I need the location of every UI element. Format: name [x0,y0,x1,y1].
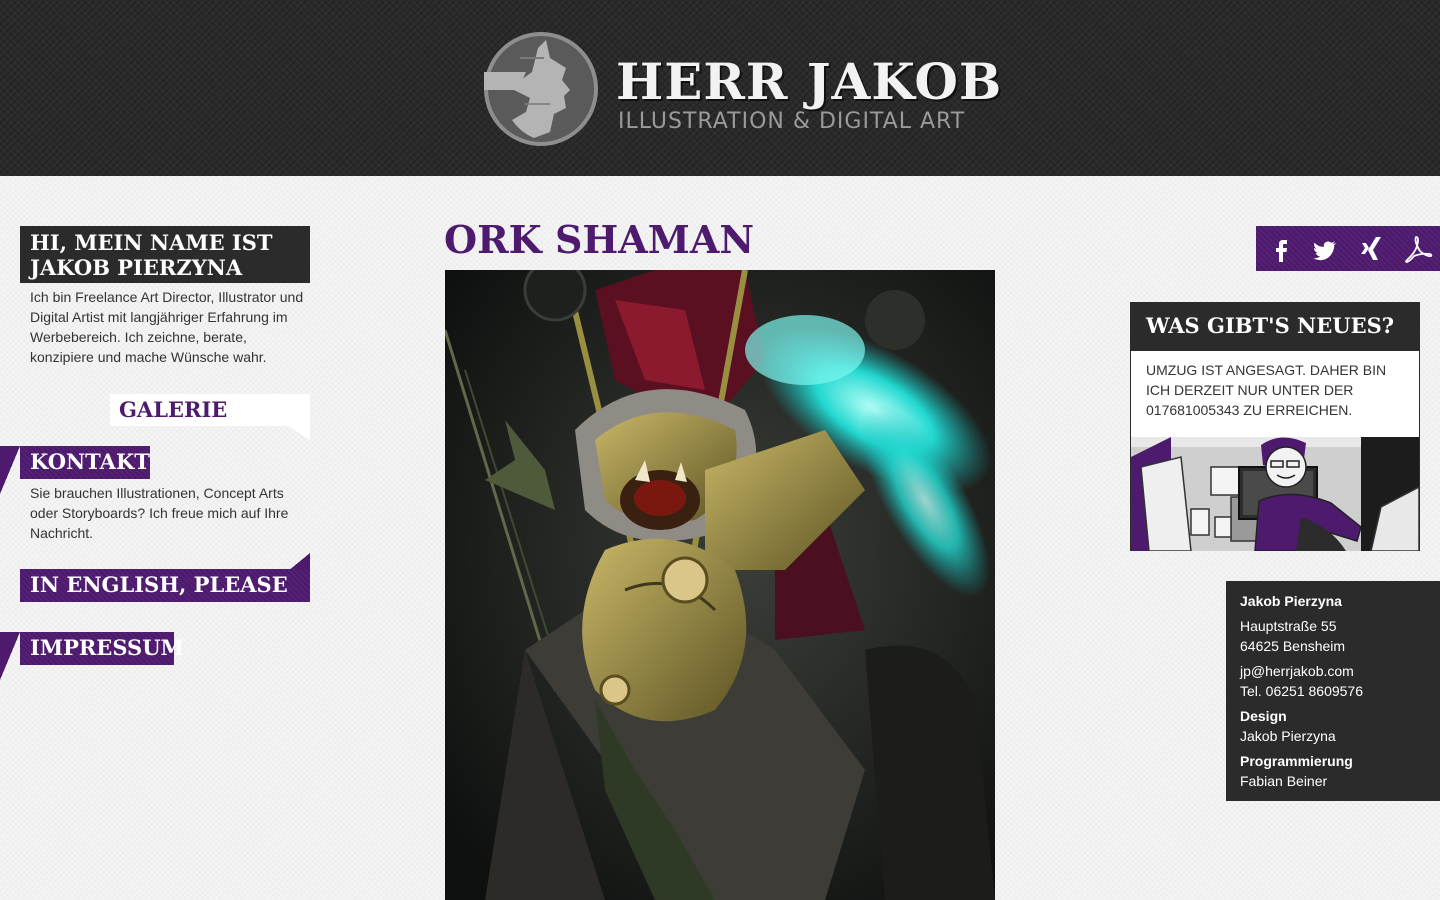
news-heading: WAS GIBT'S NEUES? [1131,303,1419,351]
site-header: HERR JAKOB ILLUSTRATION & DIGITAL ART [0,0,1440,176]
news-text: UMZUG IST ANGESAGT. DAHER BIN ICH DERZEI… [1146,362,1387,418]
intro-heading-line2: JAKOB PIERZYNA [30,255,243,280]
imprint-programming-name[interactable]: Fabian Beiner [1240,771,1440,791]
head-silhouette-icon[interactable] [480,28,602,150]
imprint-design-name: Jakob Pierzyna [1240,728,1336,744]
imprint-box: Jakob Pierzyna Hauptstraße 55 64625 Bens… [1226,581,1440,801]
xing-icon[interactable] [1354,232,1388,266]
imprint-city: 64625 Bensheim [1240,638,1346,654]
artwork-title: ORK SHAMAN [444,217,755,262]
imprint-email-link[interactable]: jp@herrjakob.com [1240,661,1440,681]
pdf-icon[interactable] [1400,232,1434,266]
imprint-programming-label: Programmierung [1240,753,1353,769]
nav-kontakt[interactable]: KONTAKT [20,446,150,479]
news-box: WAS GIBT'S NEUES? UMZUG IST ANGESAGT. DA… [1130,302,1420,551]
social-bar [1256,226,1440,271]
imprint-name: Jakob Pierzyna [1240,593,1342,609]
ork-shaman-illustration [445,270,995,900]
twitter-icon[interactable] [1308,232,1342,266]
site-subtitle: ILLUSTRATION & DIGITAL ART [618,109,966,134]
nav-english[interactable]: IN ENGLISH, PLEASE [20,569,310,602]
kontakt-flag [0,446,20,494]
news-comic-image [1131,437,1419,551]
intro-text: Ich bin Freelance Art Director, Illustra… [30,289,304,365]
site-title[interactable]: HERR JAKOB [616,50,1002,114]
imprint-design-label: Design [1240,708,1287,724]
impressum-flag [0,632,20,680]
galerie-fold [288,426,310,440]
artwork-image[interactable] [445,270,995,900]
imprint-street: Hauptstraße 55 [1240,618,1337,634]
facebook-icon[interactable] [1264,232,1298,266]
intro-heading: HI, MEIN NAME IST JAKOB PIERZYNA [20,226,310,283]
intro-heading-line1: HI, MEIN NAME IST [30,230,273,255]
nav-impressum[interactable]: IMPRESSUM [20,632,184,665]
imprint-phone: Tel. 06251 8609576 [1240,683,1363,699]
kontakt-text: Sie brauchen Illustrationen, Concept Art… [30,485,289,541]
nav-galerie[interactable]: GALERIE [110,394,310,426]
